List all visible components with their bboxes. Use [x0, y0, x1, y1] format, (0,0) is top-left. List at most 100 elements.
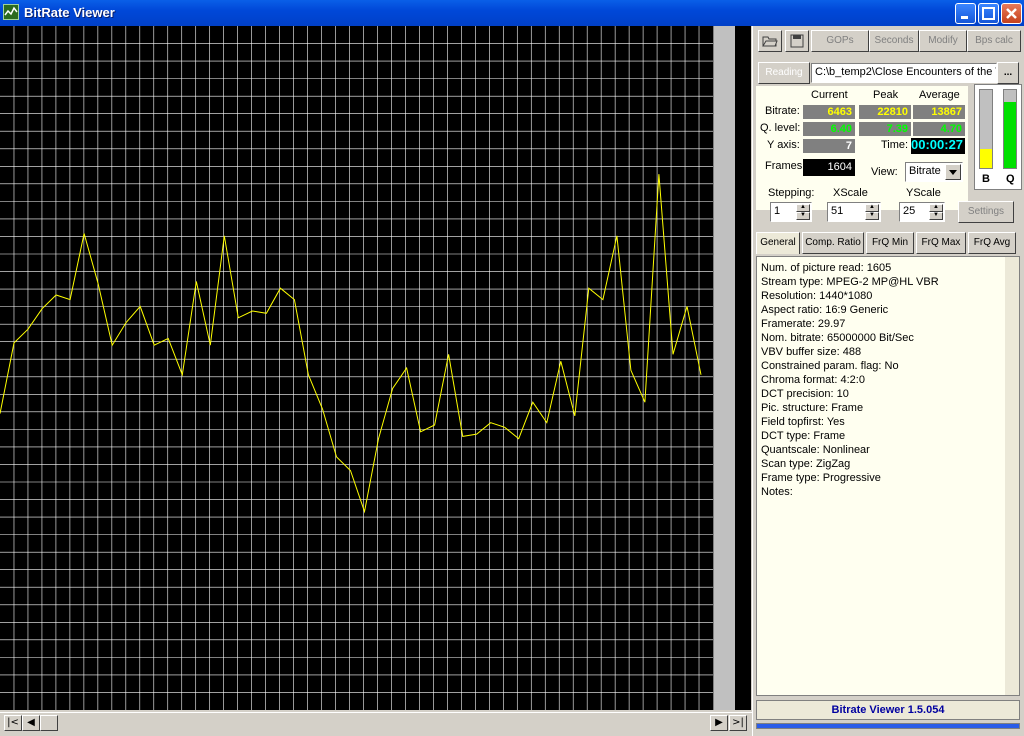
chart-scroll-separator	[735, 26, 751, 710]
info-line: Scan type: ZigZag	[761, 458, 851, 470]
save-button[interactable]	[785, 30, 809, 52]
xscale-input[interactable]: 51 ▲ ▼	[827, 202, 881, 222]
bitrate-current: 6463	[803, 105, 855, 119]
bitrate-series-line	[0, 174, 702, 514]
yaxis-value: 7	[803, 139, 855, 153]
scroll-thumb[interactable]	[40, 715, 58, 731]
frames-value: 1604	[803, 159, 855, 176]
qlevel-label: Q. level:	[760, 122, 801, 134]
time-label: Time:	[881, 139, 909, 151]
reading-button[interactable]: Reading	[758, 62, 810, 84]
info-line: Nom. bitrate: 65000000 Bit/Sec	[761, 332, 914, 344]
yscale-spinner[interactable]: ▲ ▼	[929, 204, 943, 220]
qlevel-average: 4.70	[913, 122, 965, 136]
up-arrow-icon[interactable]: ▲	[796, 204, 810, 212]
title-bar: BitRate Viewer	[0, 0, 1024, 26]
scroll-last-button[interactable]: >|	[729, 715, 747, 731]
gops-button[interactable]: GOPs	[811, 30, 869, 52]
info-line: Pic. structure: Frame	[761, 402, 864, 414]
folder-icon	[762, 36, 778, 47]
info-line: Field topfirst: Yes	[761, 416, 845, 428]
view-label: View:	[871, 166, 898, 178]
stepping-label: Stepping:	[768, 187, 815, 199]
scroll-first-button[interactable]: |<	[4, 715, 22, 731]
version-status: Bitrate Viewer 1.5.054	[756, 700, 1020, 720]
minimize-icon	[961, 16, 968, 19]
info-line: Resolution: 1440*1080	[761, 290, 873, 302]
info-line: Chroma format: 4:2:0	[761, 374, 865, 386]
close-button[interactable]	[1001, 3, 1022, 24]
general-info-list: Num. of picture read: 1605 Stream type: M…	[761, 261, 939, 499]
bitrate-average: 13867	[913, 105, 965, 119]
info-line: Stream type: MPEG-2 MP@HL VBR	[761, 276, 939, 288]
scroll-prev-button[interactable]: ◀	[22, 715, 40, 731]
xscale-label: XScale	[833, 187, 868, 199]
stepping-input[interactable]: 1 ▲ ▼	[770, 202, 812, 222]
horizontal-scrollbar[interactable]: |< ◀ ▶ >|	[0, 712, 752, 732]
yscale-value: 25	[903, 205, 916, 217]
down-arrow-icon[interactable]: ▼	[865, 212, 879, 220]
tab-frq-avg[interactable]: FrQ Avg	[968, 232, 1016, 254]
yaxis-label: Y axis:	[767, 139, 800, 151]
browse-button[interactable]: ...	[997, 62, 1019, 84]
header-current: Current	[811, 89, 848, 101]
chart-scroll-track[interactable]	[713, 26, 735, 710]
b-meter-fill	[980, 148, 992, 168]
info-line: DCT precision: 10	[761, 388, 849, 400]
yscale-label: YScale	[906, 187, 941, 199]
chevron-down-icon[interactable]	[945, 164, 961, 180]
stepping-spinner[interactable]: ▲ ▼	[796, 204, 810, 220]
maximize-button[interactable]	[978, 3, 999, 24]
minimize-button[interactable]	[955, 3, 976, 24]
tab-frq-min[interactable]: FrQ Min	[866, 232, 914, 254]
bitrate-label: Bitrate:	[765, 105, 800, 117]
header-average: Average	[919, 89, 960, 101]
info-scrollbar[interactable]	[1005, 257, 1019, 695]
modify-button[interactable]: Modify	[919, 30, 967, 52]
bitrate-quality-meter: B Q	[974, 84, 1022, 190]
up-arrow-icon[interactable]: ▲	[929, 204, 943, 212]
stepping-value: 1	[774, 205, 781, 217]
xscale-spinner[interactable]: ▲ ▼	[865, 204, 879, 220]
scroll-next-button[interactable]: ▶	[710, 715, 728, 731]
info-line: Framerate: 29.97	[761, 318, 846, 330]
settings-button[interactable]: Settings	[958, 201, 1014, 223]
up-arrow-icon[interactable]: ▲	[865, 204, 879, 212]
info-line: DCT type: Frame	[761, 430, 846, 442]
q-meter-fill	[1004, 101, 1016, 168]
control-panel: GOPs Seconds Modify Bps calc Reading C:\…	[752, 26, 1024, 736]
info-line: Constrained param. flag: No	[761, 360, 899, 372]
info-line: Frame type: Progressive	[761, 472, 881, 484]
down-arrow-icon[interactable]: ▼	[796, 212, 810, 220]
floppy-icon	[790, 34, 804, 48]
q-meter-bar	[1003, 89, 1017, 169]
yscale-input[interactable]: 25 ▲ ▼	[899, 202, 945, 222]
qlevel-peak: 7.39	[859, 122, 911, 136]
app-icon	[3, 4, 19, 20]
tab-frq-max[interactable]: FrQ Max	[916, 232, 966, 254]
file-path-field[interactable]: C:\b_temp2\Close Encounters of the T	[811, 63, 997, 83]
general-info-panel: Num. of picture read: 1605 Stream type: M…	[756, 256, 1020, 696]
view-select-value: Bitrate	[909, 165, 941, 177]
qlevel-current: 6.40	[803, 122, 855, 136]
info-line: Aspect ratio: 16:9 Generic	[761, 304, 889, 316]
down-arrow-icon[interactable]: ▼	[929, 212, 943, 220]
bitrate-graph	[0, 26, 713, 710]
window-title: BitRate Viewer	[24, 5, 115, 20]
bitrate-peak: 22810	[859, 105, 911, 119]
info-line: VBV buffer size: 488	[761, 346, 862, 358]
maximize-icon	[982, 7, 995, 20]
frames-label: Frames:	[765, 160, 806, 172]
bps-calc-button[interactable]: Bps calc	[967, 30, 1021, 52]
open-button[interactable]	[758, 30, 782, 52]
header-peak: Peak	[873, 89, 899, 101]
bitrate-chart	[0, 26, 713, 710]
tab-general[interactable]: General	[756, 232, 800, 254]
seconds-button[interactable]: Seconds	[869, 30, 919, 52]
tab-comp-ratio[interactable]: Comp. Ratio	[802, 232, 864, 254]
info-line: Num. of picture read: 1605	[761, 262, 892, 274]
view-select[interactable]: Bitrate	[905, 162, 963, 182]
info-line: Notes:	[761, 486, 793, 498]
close-icon	[1006, 8, 1017, 19]
time-value: 00:00:27	[911, 137, 965, 154]
